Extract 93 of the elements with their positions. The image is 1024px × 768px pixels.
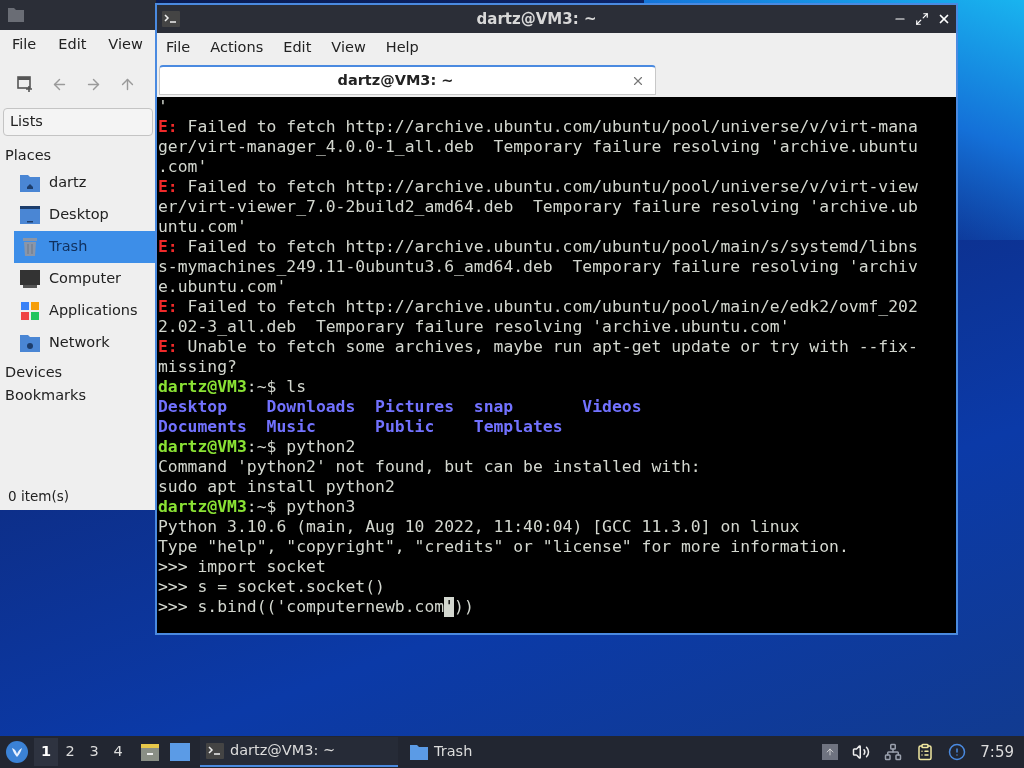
prompt-path: :~$	[246, 437, 277, 457]
menu-item[interactable]: View	[331, 37, 366, 59]
command-text: python2	[286, 437, 356, 457]
window-title: dartz@VM3: ~	[476, 8, 597, 30]
output-text: Failed to fetch http://archive.ubuntu.com/ubuntu/pool/main/e/edk2/ovmf_202	[187, 297, 918, 317]
menu-item[interactable]: Edit	[58, 34, 87, 56]
output-text: >>> import socket	[158, 557, 326, 577]
menu-item[interactable]: File	[166, 37, 191, 59]
prompt-user: dartz@VM3	[158, 437, 247, 457]
output-text: Failed to fetch http://archive.ubuntu.com/ubuntu/pool/universe/v/virt-mana	[187, 117, 918, 137]
output-text: er/virt-viewer_7.0-2build2_amd64.deb Temporary failure resolving 'archive.ub	[158, 197, 918, 217]
prompt-path: :~$	[246, 377, 277, 397]
output-text: missing?	[158, 357, 237, 377]
section-heading[interactable]: Places	[5, 147, 52, 163]
output-text: 2.02-3_all.deb Temporary failure resolving 'archive.ubuntu.com'	[158, 317, 790, 337]
new-window-icon[interactable]	[17, 76, 34, 92]
output-text: s-mymachines_249.11-0ubuntu3.6_amd64.deb Temporary failure resolving 'archiv	[158, 257, 918, 277]
directory-name: Desktop	[158, 397, 228, 416]
terminal-tab[interactable]: dartz@VM3: ~	[159, 65, 656, 95]
directory-name: Downloads	[266, 397, 356, 416]
applications-icon	[19, 301, 41, 321]
maximize-icon[interactable]	[915, 12, 929, 26]
error-tag: E:	[158, 177, 178, 197]
folder-icon	[8, 8, 24, 22]
directory-name: Pictures	[375, 397, 455, 416]
prompt-user: dartz@VM3	[158, 377, 247, 397]
output-text: ger/virt-manager_4.0.0-1_all.deb Temporary failure resolving 'archive.ubuntu	[158, 137, 918, 157]
output-text: Failed to fetch http://archive.ubuntu.com/ubuntu/pool/universe/v/virt-view	[187, 177, 918, 197]
output-text: .com'	[158, 157, 208, 177]
error-tag: E:	[158, 237, 178, 257]
workspace-button[interactable]: 1	[34, 738, 58, 766]
directory-name: Videos	[582, 397, 642, 416]
directory-name: snap	[473, 397, 514, 416]
clipboard-icon[interactable]	[916, 743, 935, 761]
command-text: python3	[286, 497, 356, 517]
folder-icon	[410, 744, 428, 760]
output-text: Command 'python2' not found, but can be installed with:	[158, 457, 701, 477]
network-icon[interactable]	[884, 743, 903, 761]
directory-name: Public	[375, 417, 435, 436]
notification-icon[interactable]	[948, 743, 967, 761]
task-button[interactable]: dartz@VM3: ~	[200, 737, 398, 767]
network-folder-icon	[19, 333, 41, 353]
error-tag: E:	[158, 337, 178, 357]
eject-icon[interactable]	[822, 744, 839, 760]
place-item[interactable]: dartz	[14, 167, 156, 199]
command-text: ))	[454, 597, 474, 617]
output-text: >>> s = socket.socket()	[158, 577, 385, 597]
section-heading[interactable]: Bookmarks	[5, 387, 86, 403]
volume-icon[interactable]	[852, 743, 871, 761]
place-item[interactable]: Network	[14, 327, 156, 359]
command-text: >>> s.bind(('computernewb.com	[158, 597, 445, 617]
menu-item[interactable]: Help	[385, 37, 419, 59]
file-cabinet-icon[interactable]	[140, 742, 160, 762]
error-tag: E:	[158, 117, 178, 137]
workspace-button[interactable]: 4	[106, 738, 130, 766]
monitor-icon	[19, 269, 41, 289]
menu-item[interactable]: Actions	[210, 37, 264, 59]
home-folder-icon	[19, 173, 41, 193]
directory-name: Documents	[158, 417, 247, 436]
place-item[interactable]: Desktop	[14, 199, 156, 231]
place-item[interactable]: Applications	[14, 295, 156, 327]
status-text: 0 item(s)	[8, 488, 69, 504]
prompt-user: dartz@VM3	[158, 497, 247, 517]
close-icon[interactable]	[937, 12, 951, 26]
output-text: '	[158, 97, 168, 117]
output-text: Failed to fetch http://archive.ubuntu.com/ubuntu/pool/main/s/systemd/libns	[187, 237, 918, 257]
directory-name: Templates	[473, 417, 563, 436]
output-text: sudo apt install python2	[158, 477, 395, 497]
output-text: untu.com'	[158, 217, 247, 237]
menu-item[interactable]: Edit	[283, 37, 312, 59]
clock[interactable]: 7:59	[980, 740, 1014, 764]
terminal-icon	[162, 11, 180, 27]
prompt-path: :~$	[246, 497, 277, 517]
task-button[interactable]: Trash	[404, 737, 602, 767]
output-text: Python 3.10.6 (main, Aug 10 2022, 11:40:04) [GCC 11.3.0] on linux	[158, 517, 800, 537]
output-text: e.ubuntu.com'	[158, 277, 287, 297]
command-text: ls	[286, 377, 307, 397]
output-text: Type "help", "copyright", "credits" or "license" for more information.	[158, 537, 849, 557]
menu-item[interactable]: File	[12, 34, 37, 56]
terminal-icon	[206, 743, 224, 759]
error-tag: E:	[158, 297, 178, 317]
directory-name: Music	[266, 417, 316, 436]
text-cursor: '	[444, 597, 455, 617]
side-pane-selector[interactable]: Lists	[3, 108, 153, 136]
place-item[interactable]: Computer	[14, 263, 156, 295]
section-heading[interactable]: Devices	[5, 364, 63, 380]
menu-item[interactable]: View	[108, 34, 143, 56]
workspace-button[interactable]: 3	[82, 738, 106, 766]
output-text: Unable to fetch some archives, maybe run apt-get update or try with --fix-	[187, 337, 918, 357]
place-item[interactable]: Trash	[14, 231, 156, 263]
workspace-button[interactable]: 2	[58, 738, 82, 766]
start-menu-icon[interactable]	[6, 741, 28, 763]
desktop-icon	[19, 205, 41, 225]
